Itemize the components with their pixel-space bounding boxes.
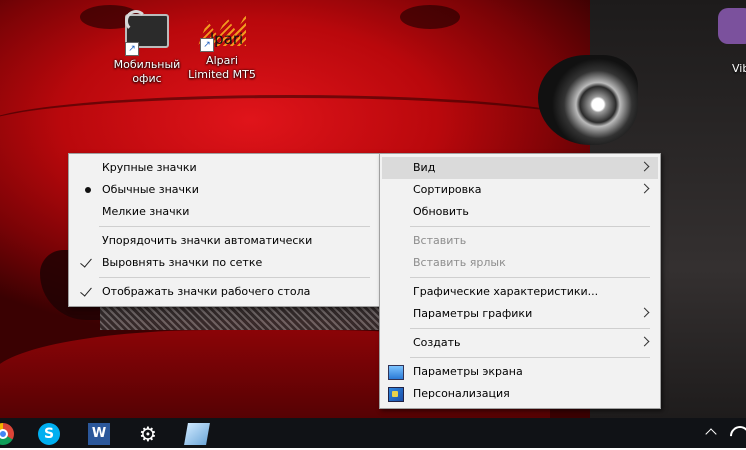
menu-item-label: Графические характеристики...: [413, 285, 599, 298]
desktop-icon-mobile-office[interactable]: ↗ Мобильный офис: [107, 10, 187, 86]
skype-icon[interactable]: S: [38, 423, 60, 445]
wallpaper-headlight: [538, 55, 638, 145]
desktop-icon-label-viber: Vib: [732, 62, 746, 75]
desktop-icon-label: Мобильный: [113, 58, 181, 71]
wifi-icon[interactable]: [725, 421, 746, 450]
menu-item-label: Вставить: [413, 234, 467, 247]
menu-item-view[interactable]: Вид: [382, 157, 658, 179]
desktop-context-menu: Вид Сортировка Обновить Вставить Вставит…: [379, 153, 661, 409]
desktop-icon-label: Alpari: [206, 54, 238, 67]
menu-item-label: Выровнять значки по сетке: [102, 256, 263, 269]
submenu-item-show-desktop-icons[interactable]: Отображать значки рабочего стола: [71, 281, 378, 303]
submenu-item-auto-arrange[interactable]: Упорядочить значки автоматически: [71, 230, 378, 252]
mobile-office-wifi-mark: [125, 10, 147, 32]
checkmark-icon: [80, 284, 92, 297]
menu-separator: [410, 328, 650, 329]
menu-item-graphics-options[interactable]: Параметры графики: [382, 303, 658, 325]
menu-separator: [99, 226, 370, 227]
menu-item-paste: Вставить: [382, 230, 658, 252]
viber-icon[interactable]: [718, 8, 746, 44]
submenu-item-large-icons[interactable]: Крупные значки: [71, 157, 378, 179]
desktop-icon-alpari[interactable]: lpari ↗ Alpari Limited MT5: [182, 10, 262, 82]
chevron-right-icon: [639, 161, 650, 172]
menu-item-label: Создать: [413, 336, 461, 349]
shortcut-arrow-icon: ↗: [200, 38, 214, 52]
menu-item-label: Обычные значки: [102, 183, 199, 196]
menu-separator: [410, 357, 650, 358]
menu-item-label: Вид: [413, 161, 436, 174]
menu-separator: [99, 277, 370, 278]
menu-item-label: Крупные значки: [102, 161, 197, 174]
menu-item-display-settings[interactable]: Параметры экрана: [382, 361, 658, 383]
menu-item-new[interactable]: Создать: [382, 332, 658, 354]
word-icon[interactable]: W: [88, 423, 110, 445]
alpari-logo-text: lpari: [210, 30, 244, 48]
menu-item-refresh[interactable]: Обновить: [382, 201, 658, 223]
submenu-item-medium-icons[interactable]: Обычные значки: [71, 179, 378, 201]
menu-item-label: Мелкие значки: [102, 205, 190, 218]
settings-icon[interactable]: ⚙: [137, 423, 159, 445]
display-settings-icon: [388, 365, 404, 380]
menu-item-label: Упорядочить значки автоматически: [102, 234, 313, 247]
personalization-icon: [388, 387, 404, 402]
menu-item-label: Вставить ярлык: [413, 256, 506, 269]
menu-item-label: Обновить: [413, 205, 469, 218]
view-submenu: Крупные значки Обычные значки Мелкие зна…: [68, 153, 381, 307]
menu-item-sort-by[interactable]: Сортировка: [382, 179, 658, 201]
chevron-right-icon: [639, 336, 650, 347]
chevron-right-icon: [639, 183, 650, 194]
menu-separator: [410, 226, 650, 227]
desktop-icon-label: офис: [132, 72, 162, 85]
show-hidden-icons-chevron-icon[interactable]: [705, 428, 717, 440]
alpari-icon: lpari ↗: [198, 10, 246, 52]
menu-item-label: Персонализация: [413, 387, 510, 400]
menu-item-label: Параметры графики: [413, 307, 533, 320]
checkmark-icon: [80, 255, 92, 268]
chevron-right-icon: [639, 307, 650, 318]
menu-item-label: Сортировка: [413, 183, 482, 196]
desktop-icon-label: Limited MT5: [188, 68, 256, 81]
shortcut-arrow-icon: ↗: [125, 42, 139, 56]
mobile-office-icon: ↗: [123, 10, 171, 56]
wallpaper-hood-line: [0, 95, 600, 158]
menu-item-paste-shortcut: Вставить ярлык: [382, 252, 658, 274]
taskbar: S W ⚙: [0, 418, 746, 450]
radio-bullet-icon: [85, 187, 91, 193]
menu-separator: [410, 277, 650, 278]
submenu-item-align-to-grid[interactable]: Выровнять значки по сетке: [71, 252, 378, 274]
wallpaper-hood-vent-right: [400, 5, 460, 29]
menu-item-graphics-properties[interactable]: Графические характеристики...: [382, 281, 658, 303]
submenu-item-small-icons[interactable]: Мелкие значки: [71, 201, 378, 223]
menu-item-personalize[interactable]: Персонализация: [382, 383, 658, 405]
menu-item-label: Параметры экрана: [413, 365, 523, 378]
chrome-icon[interactable]: [0, 423, 14, 445]
menu-item-label: Отображать значки рабочего стола: [102, 285, 311, 298]
app-icon[interactable]: [184, 423, 210, 445]
